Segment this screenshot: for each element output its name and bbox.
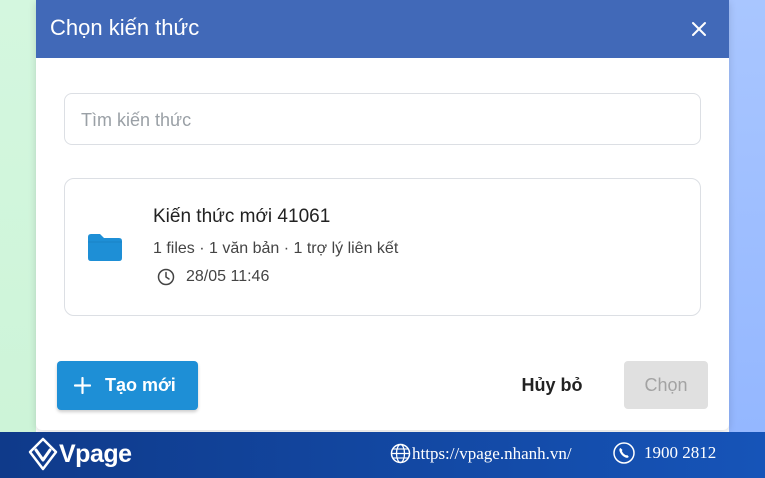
knowledge-item-time: 28/05 11:46 bbox=[186, 268, 270, 285]
search-field[interactable] bbox=[64, 93, 701, 145]
search-input[interactable] bbox=[79, 107, 683, 133]
folder-icon bbox=[88, 234, 122, 261]
choose-label: Chọn bbox=[644, 375, 688, 395]
background-left-panel bbox=[0, 0, 36, 432]
knowledge-item-meta: 1 files · 1 văn bản · 1 trợ lý liên kết bbox=[153, 240, 399, 257]
knowledge-item[interactable]: Kiến thức mới 41061 1 files · 1 văn bản … bbox=[64, 178, 701, 316]
choose-knowledge-dialog: Chọn kiến thức Kiến thức mới 41061 1 fil… bbox=[36, 0, 729, 430]
create-new-button[interactable]: Tạo mới bbox=[57, 361, 198, 410]
create-new-label: Tạo mới bbox=[105, 375, 176, 395]
footer-banner: Vpage https://vpage.nhanh.vn/ 1900 2812 bbox=[0, 432, 765, 478]
brand-name: Vpage bbox=[59, 440, 132, 468]
background-right-panel bbox=[729, 0, 765, 432]
plus-icon bbox=[74, 377, 91, 394]
clock-icon bbox=[157, 268, 175, 286]
choose-button[interactable]: Chọn bbox=[624, 361, 708, 409]
website-link[interactable]: https://vpage.nhanh.vn/ bbox=[412, 444, 572, 464]
dialog-header: Chọn kiến thức bbox=[36, 0, 729, 58]
cancel-button[interactable]: Hủy bỏ bbox=[504, 361, 600, 410]
globe-icon bbox=[390, 443, 411, 464]
knowledge-item-name: Kiến thức mới 41061 bbox=[153, 206, 331, 227]
phone-icon bbox=[613, 442, 635, 464]
cancel-label: Hủy bỏ bbox=[521, 375, 583, 395]
close-icon bbox=[692, 22, 706, 36]
close-button[interactable] bbox=[686, 16, 712, 42]
vpage-logo-icon bbox=[28, 437, 58, 471]
hotline-number[interactable]: 1900 2812 bbox=[644, 443, 716, 463]
dialog-title: Chọn kiến thức bbox=[50, 15, 200, 40]
